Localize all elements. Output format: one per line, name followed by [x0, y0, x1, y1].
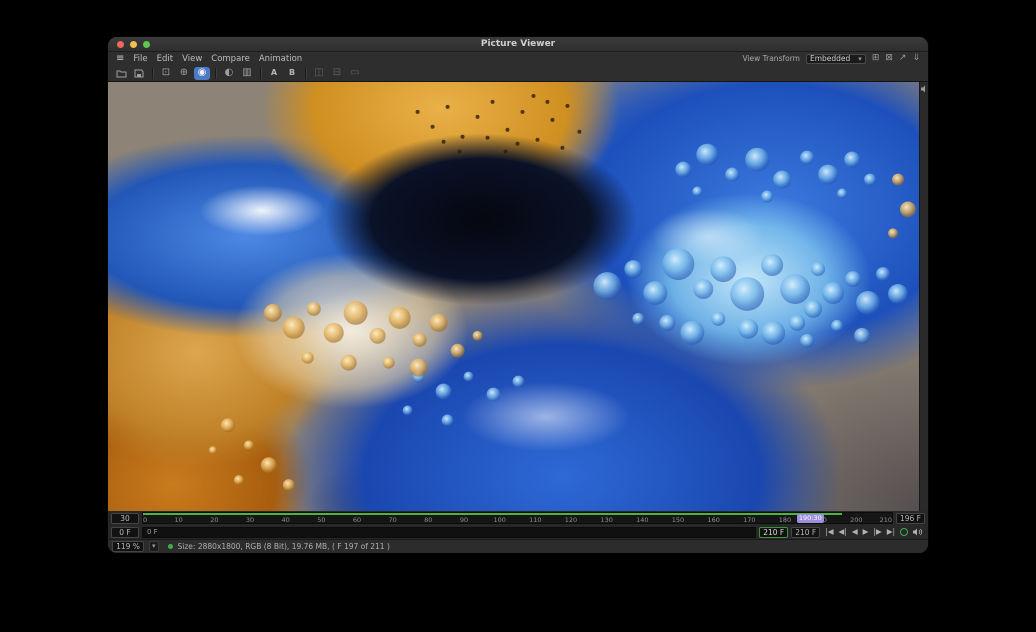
zoom-dropdown-caret[interactable]: ▾	[149, 541, 159, 552]
render-image[interactable]	[108, 82, 919, 511]
hamburger-menu-icon[interactable]: ≡	[116, 53, 124, 64]
timeline-ruler[interactable]: 0 10 20 30 40 50 60 70 80 90 100 110 120…	[142, 512, 893, 524]
menu-file[interactable]: File	[133, 54, 147, 64]
tick-label: 10	[175, 516, 183, 524]
version-b-button[interactable]: B	[284, 67, 300, 80]
range-end-field[interactable]: 210 F	[759, 527, 788, 538]
tick-label: 110	[529, 516, 541, 524]
tick-label: 30	[246, 516, 254, 524]
cache-progress-bar	[143, 513, 842, 515]
pan-button[interactable]: ⊕	[176, 67, 192, 80]
compare-box-button[interactable]: ▭	[347, 67, 363, 80]
cache-end-field[interactable]: 196 F	[896, 513, 925, 524]
range-in-label: 0 F	[147, 528, 158, 536]
goto-end-button[interactable]: ▶|	[887, 528, 895, 536]
prev-frame-button[interactable]: ◀|	[839, 528, 847, 536]
play-backward-button[interactable]: ◀	[852, 528, 858, 536]
tick-label: 100	[493, 516, 505, 524]
export-icon[interactable]: ⇓	[912, 54, 920, 63]
toolbar-divider	[152, 68, 153, 79]
range-start-field[interactable]: 0 F	[111, 527, 139, 538]
compare-horizontal-button[interactable]: ⊟	[329, 67, 345, 80]
tick-label: 140	[636, 516, 648, 524]
tick-label: 160	[707, 516, 719, 524]
channels-button[interactable]: ▥	[239, 67, 255, 80]
tick-label: 180	[779, 516, 791, 524]
menu-animation[interactable]: Animation	[259, 54, 302, 64]
current-frame-field[interactable]: 210 F	[791, 527, 820, 538]
toolbar: ⊡ ⊕ ◉ ◐ ▥ A B ◫ ⊟ ▭	[108, 65, 928, 82]
view-transform-label: View Transform	[742, 54, 800, 63]
menu-view[interactable]: View	[182, 54, 202, 64]
loop-button[interactable]	[900, 528, 908, 536]
range-row: 0 F 0 F 210 F 210 F |◀ ◀| ◀ ▶ |▶ ▶|	[108, 525, 928, 539]
chevron-down-icon: ▾	[858, 55, 862, 63]
volume-icon[interactable]	[913, 528, 923, 536]
grid-icon[interactable]: ⊞	[872, 54, 880, 63]
tick-label: 60	[353, 516, 361, 524]
tick-label: 80	[424, 516, 432, 524]
checker-icon[interactable]: ⊠	[885, 54, 893, 63]
fit-view-button[interactable]: ⊡	[158, 67, 174, 80]
menu-edit[interactable]: Edit	[157, 54, 173, 64]
toolbar-divider	[215, 68, 216, 79]
tick-label: 20	[210, 516, 218, 524]
tick-label: 170	[743, 516, 755, 524]
contrast-button[interactable]: ◐	[221, 67, 237, 80]
viewport-right-strip	[919, 82, 928, 511]
save-button[interactable]	[131, 67, 147, 80]
tick-label: 130	[600, 516, 612, 524]
menu-bar: ≡ File Edit View Compare Animation View …	[108, 52, 928, 65]
picture-viewer-window: Picture Viewer ≡ File Edit View Compare …	[108, 37, 928, 553]
transport-controls: |◀ ◀| ◀ ▶ |▶ ▶|	[823, 528, 925, 536]
tick-label: 40	[282, 516, 290, 524]
compare-split-button[interactable]: ◫	[311, 67, 327, 80]
next-frame-button[interactable]: |▶	[873, 528, 881, 536]
bubbles-overlay	[108, 82, 919, 511]
timeline-ruler-row: 30 0 10 20 30 40 50 60 70 80 90 100 110 …	[108, 511, 928, 525]
tick-label: 210	[880, 516, 892, 524]
view-transform-value: Embedded	[810, 54, 850, 63]
open-folder-button[interactable]	[113, 67, 129, 80]
viewport	[108, 82, 928, 511]
menu-compare[interactable]: Compare	[211, 54, 250, 64]
desktop-background: Picture Viewer ≡ File Edit View Compare …	[0, 0, 1036, 632]
minimize-button[interactable]	[130, 41, 137, 48]
toolbar-divider	[305, 68, 306, 79]
title-bar[interactable]: Picture Viewer	[108, 37, 928, 52]
fps-field[interactable]: 30	[111, 513, 139, 524]
tick-label: 70	[389, 516, 397, 524]
menubar-right-group: View Transform Embedded ▾ ⊞ ⊠ ↗ ⇓	[742, 54, 920, 64]
zoom-level-field[interactable]: 119 %	[112, 541, 144, 552]
preview-range-bar[interactable]: 0 F	[142, 527, 756, 538]
tick-label: 0	[143, 516, 147, 524]
render-status-dot	[168, 544, 173, 549]
window-title: Picture Viewer	[108, 39, 928, 49]
tick-label: 120	[565, 516, 577, 524]
play-button[interactable]: ▶	[863, 528, 869, 536]
tick-label: 150	[672, 516, 684, 524]
version-a-button[interactable]: A	[266, 67, 282, 80]
goto-start-button[interactable]: |◀	[825, 528, 833, 536]
tick-label: 200	[850, 516, 862, 524]
close-button[interactable]	[117, 41, 124, 48]
fullscreen-button[interactable]	[143, 41, 150, 48]
folder-icon	[116, 69, 127, 78]
tick-label: 90	[460, 516, 468, 524]
sound-icon[interactable]	[921, 85, 928, 93]
save-icon	[134, 69, 144, 78]
traffic-lights	[117, 41, 150, 48]
status-bar: 119 % ▾ Size: 2880x1800, RGB (8 Bit), 19…	[108, 539, 928, 553]
sphere-view-button[interactable]: ◉	[194, 67, 210, 80]
playhead-marker[interactable]: 190:30	[797, 514, 824, 523]
popout-icon[interactable]: ↗	[899, 54, 907, 63]
toolbar-divider	[260, 68, 261, 79]
image-info-text: Size: 2880x1800, RGB (8 Bit), 19.76 MB, …	[178, 542, 390, 551]
tick-label: 50	[317, 516, 325, 524]
view-transform-select[interactable]: Embedded ▾	[806, 54, 866, 64]
